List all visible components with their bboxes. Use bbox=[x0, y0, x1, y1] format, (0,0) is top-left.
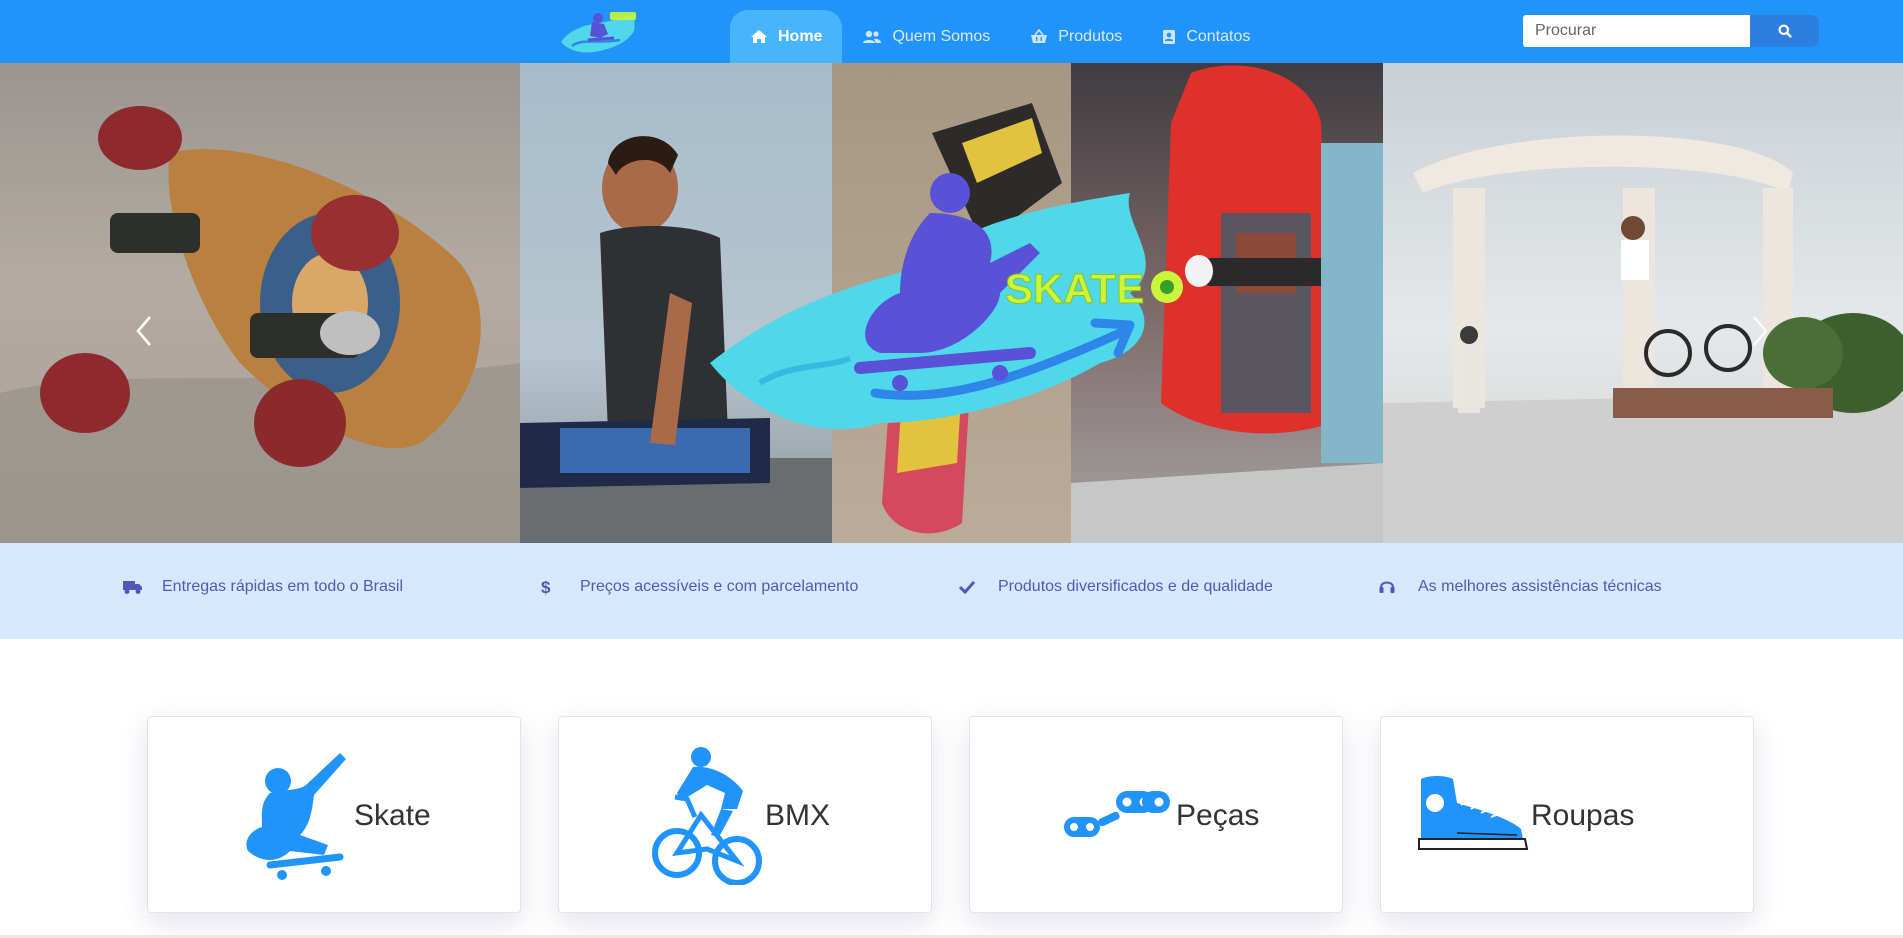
skater-icon bbox=[246, 753, 346, 880]
basket-icon bbox=[1030, 29, 1048, 44]
nav-item-label: Quem Somos bbox=[892, 27, 991, 45]
search-icon bbox=[1778, 24, 1792, 38]
feature-text: Preços acessíveis e com parcelamento bbox=[580, 578, 859, 595]
nav-item-label: Produtos bbox=[1058, 27, 1123, 45]
dollar-icon: $ bbox=[540, 578, 580, 596]
home-icon bbox=[750, 29, 768, 44]
category-label: Peças bbox=[1176, 799, 1260, 832]
top-navbar: Home Quem Somos Produtos Contatos bbox=[0, 0, 1903, 63]
hero-carousel: SKATE bbox=[0, 63, 1903, 543]
features-band: Entregas rápidas em todo o Brasil $ Preç… bbox=[0, 543, 1903, 639]
bmx-park-photo bbox=[1383, 63, 1903, 543]
feature-text: Produtos diversificados e de qualidade bbox=[998, 578, 1273, 595]
nav-item-produtos[interactable]: Produtos bbox=[1010, 10, 1142, 63]
skate-on-logo-overlay: SKATE bbox=[710, 173, 1183, 430]
category-card-skate[interactable]: Skate bbox=[147, 716, 521, 913]
skateboard-wheels-photo bbox=[0, 63, 520, 543]
feature-prices: $ Preços acessíveis e com parcelamento bbox=[540, 573, 858, 601]
brand-logo[interactable] bbox=[558, 4, 642, 58]
feature-support: As melhores assistências técnicas bbox=[1378, 573, 1662, 601]
chevron-left-icon[interactable] bbox=[132, 311, 156, 351]
category-label: Roupas bbox=[1531, 799, 1635, 832]
nav-item-label: Contatos bbox=[1186, 27, 1251, 45]
categories-section: Skate BMX Peças Roupas bbox=[0, 639, 1903, 938]
svg-text:SKATE: SKATE bbox=[1005, 265, 1144, 312]
bmx-rider-icon bbox=[652, 747, 762, 885]
headset-icon bbox=[1378, 579, 1418, 595]
contact-card-icon bbox=[1162, 29, 1176, 45]
feature-text: Entregas rápidas em todo o Brasil bbox=[162, 578, 404, 595]
nav-item-quem-somos[interactable]: Quem Somos bbox=[842, 10, 1010, 63]
category-label: Skate bbox=[354, 799, 431, 832]
truck-icon bbox=[122, 579, 162, 595]
search-input[interactable] bbox=[1523, 15, 1750, 47]
users-icon bbox=[862, 30, 882, 44]
category-card-bmx[interactable]: BMX bbox=[558, 716, 932, 913]
feature-quality: Produtos diversificados e de qualidade bbox=[958, 573, 1273, 601]
category-label: BMX bbox=[765, 799, 831, 832]
nav-item-home[interactable]: Home bbox=[730, 10, 843, 63]
search-button[interactable] bbox=[1750, 15, 1819, 47]
sneaker-icon bbox=[1418, 776, 1529, 850]
main-nav: Home Quem Somos Produtos Contatos bbox=[730, 10, 1270, 63]
bike-chain-icon bbox=[1064, 791, 1170, 837]
chevron-right-icon[interactable] bbox=[1748, 311, 1772, 351]
category-card-pecas[interactable]: Peças bbox=[969, 716, 1343, 913]
category-card-roupas[interactable]: Roupas bbox=[1380, 716, 1754, 913]
nav-item-label: Home bbox=[778, 27, 823, 45]
nav-item-contatos[interactable]: Contatos bbox=[1142, 10, 1270, 63]
check-icon bbox=[958, 580, 998, 594]
svg-text:$: $ bbox=[541, 578, 551, 596]
feature-text: As melhores assistências técnicas bbox=[1418, 578, 1662, 595]
feature-fast-delivery: Entregas rápidas em todo o Brasil bbox=[122, 573, 403, 601]
